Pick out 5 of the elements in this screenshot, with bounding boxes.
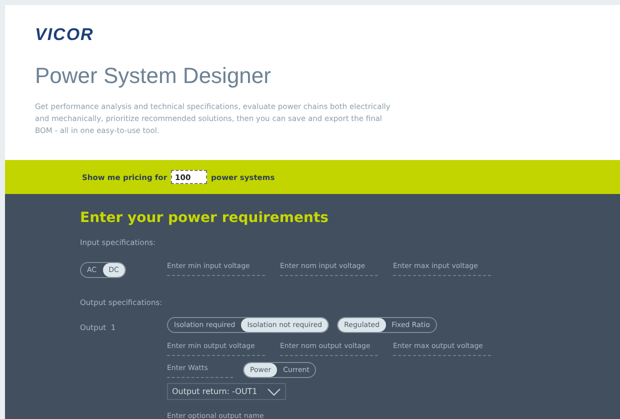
logo: VICOR [35, 25, 95, 45]
return-select[interactable]: Output return: -OUT1 [167, 383, 286, 400]
chevron-icon [267, 388, 282, 396]
section-heading: Enter your power requirements [80, 210, 330, 226]
page-title: Power System Designer [35, 63, 272, 89]
